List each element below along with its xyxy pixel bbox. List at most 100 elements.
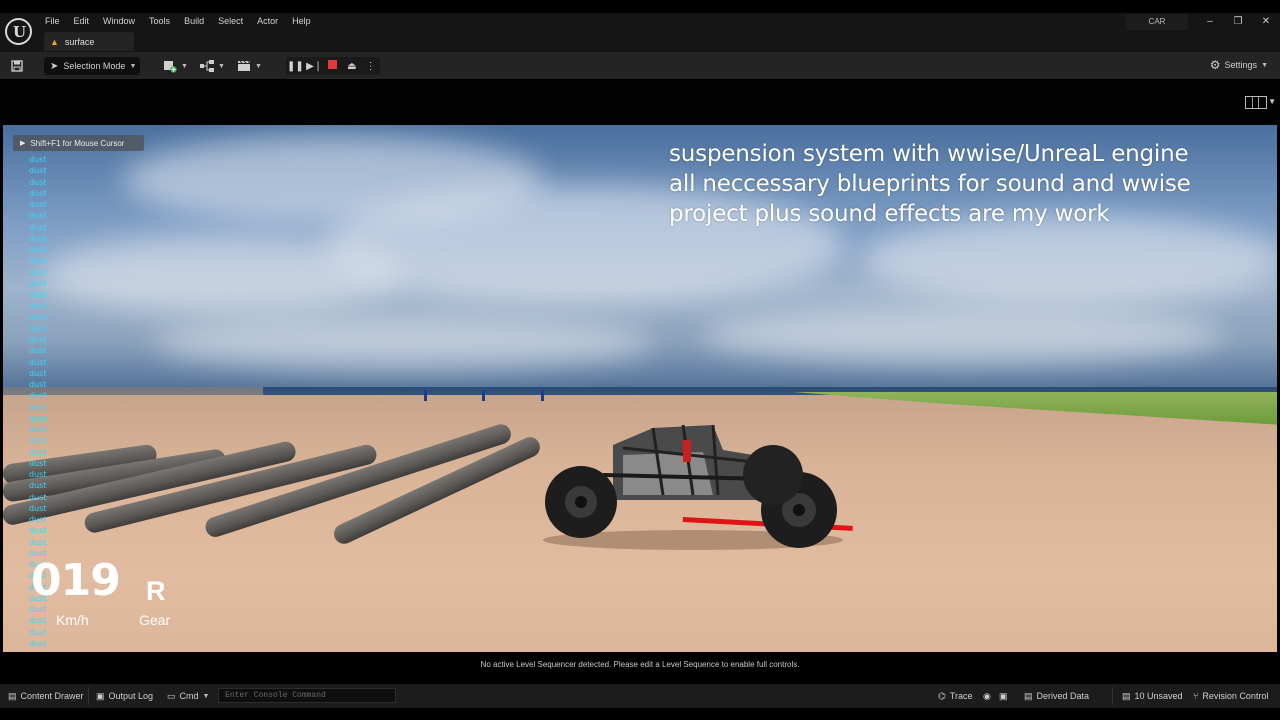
debug-dust-line: dust	[29, 368, 47, 378]
debug-dust-line: dust	[29, 233, 47, 243]
debug-dust-line: dust	[29, 267, 47, 277]
menu-bar: File Edit Window Tools Build Select Acto…	[38, 14, 318, 30]
debug-dust-line: dust	[29, 638, 47, 648]
play-options-button[interactable]: ⋮	[361, 61, 380, 72]
mouse-cursor-hint: ▶ Shift+F1 for Mouse Cursor	[13, 135, 144, 151]
caption-line: project plus sound effects are my work	[669, 201, 1110, 227]
debug-dust-line: dust	[29, 402, 47, 412]
output-log-icon: ▣	[96, 690, 105, 701]
eject-button[interactable]: ⏏	[342, 61, 361, 72]
revision-control-icon: ⑂	[1193, 691, 1199, 701]
viewport-layout-icon[interactable]	[1245, 96, 1267, 109]
speedometer-unit: Km/h	[56, 612, 89, 628]
debug-dust-line: dust	[29, 503, 47, 513]
chevron-down-icon[interactable]: ▼	[1268, 97, 1276, 106]
chevron-down-icon: ▼	[255, 62, 262, 70]
content-drawer-button[interactable]: ▤ Content Drawer	[8, 689, 84, 703]
debug-dust-line: dust	[29, 391, 47, 401]
overlay-caption: suspension system with wwise/UnreaL engi…	[669, 139, 1191, 229]
status-bar: ▤ Content Drawer ▣ Output Log ▭ Cmd ▼ En…	[0, 684, 1280, 708]
debug-dust-line: dust	[29, 436, 47, 446]
add-content-button[interactable]: ▼	[163, 57, 188, 75]
debug-dust-line: dust	[29, 627, 47, 637]
save-icon[interactable]	[11, 57, 23, 75]
minimize-button[interactable]: –	[1202, 16, 1218, 27]
debug-dust-line: dust	[29, 335, 47, 344]
level-tab-label: surface	[64, 36, 95, 47]
menu-help[interactable]: Help	[285, 14, 318, 30]
viewport-header: ▼	[0, 80, 1280, 125]
debug-dust-line: dust	[29, 425, 47, 434]
debug-dust-line: dust	[29, 357, 47, 367]
debug-dust-line: dust	[29, 245, 47, 254]
debug-dust-line: dust	[29, 188, 47, 198]
settings-label: Settings	[1224, 60, 1258, 70]
debug-dust-line: dust	[29, 177, 47, 187]
level-tab[interactable]: ▲ surface	[44, 32, 134, 51]
menu-select[interactable]: Select	[211, 14, 250, 30]
divider	[1112, 687, 1113, 705]
debug-dust-line: dust	[29, 323, 47, 333]
stop-icon	[328, 60, 338, 69]
unsaved-button[interactable]: ▤ 10 Unsaved	[1122, 689, 1183, 703]
revision-control-button[interactable]: ⑂ Revision Control	[1193, 689, 1268, 703]
blue-post	[482, 390, 485, 401]
menu-window[interactable]: Window	[96, 14, 142, 30]
menu-edit[interactable]: Edit	[67, 14, 97, 30]
gear-value: R	[146, 576, 166, 606]
clapperboard-icon	[238, 60, 251, 71]
hint-label: Shift+F1 for Mouse Cursor	[30, 138, 125, 148]
dune-buggy	[543, 424, 853, 550]
debug-dust-line: dust	[29, 211, 47, 221]
caption-line: suspension system with wwise/UnreaL engi…	[669, 141, 1189, 167]
selection-mode-label: Selection Mode	[63, 61, 126, 71]
debug-dust-line: dust	[29, 537, 47, 547]
blueprints-button[interactable]: ▼	[200, 57, 225, 75]
gear-icon: ⚙	[1209, 58, 1221, 72]
play-arrow-icon: ▶	[20, 140, 26, 147]
main-toolbar: ➤ Selection Mode ▼ ▼ ▼ ▼ ❚❚ ▶❘ ⏏ ⋮ ⚙ Set…	[0, 52, 1280, 79]
trace-button[interactable]: ⌬ Trace	[938, 689, 973, 703]
menu-build[interactable]: Build	[177, 14, 211, 30]
debug-dust-line: dust	[29, 492, 47, 502]
derived-data-label: Derived Data	[1036, 691, 1090, 701]
menu-actor[interactable]: Actor	[250, 14, 285, 30]
close-button[interactable]: ✕	[1258, 16, 1274, 27]
screenshot-icon[interactable]: ▣	[999, 689, 1008, 703]
blueprint-icon	[200, 60, 214, 72]
derived-data-button[interactable]: ▤ Derived Data	[1024, 689, 1089, 703]
console-input[interactable]: Enter Console Command	[218, 688, 396, 703]
menu-file[interactable]: File	[38, 14, 67, 30]
debug-dust-line: dust	[29, 481, 47, 491]
debug-dust-line: dust	[29, 346, 47, 356]
selection-mode-dropdown[interactable]: ➤ Selection Mode ▼	[44, 57, 140, 75]
cinematics-button[interactable]: ▼	[237, 57, 262, 75]
record-icon[interactable]: ◉	[983, 689, 991, 703]
blue-post	[541, 390, 544, 401]
chevron-down-icon: ▼	[181, 62, 188, 70]
debug-dust-line: dust	[29, 278, 47, 288]
settings-button[interactable]: ⚙ Settings ▼	[1210, 58, 1268, 72]
debug-dust-line: dust	[29, 447, 47, 457]
chevron-down-icon: ▼	[129, 62, 137, 70]
trace-label: Trace	[949, 691, 973, 701]
debug-dust-line: dust	[29, 222, 47, 232]
step-frame-button[interactable]: ▶❘	[305, 61, 324, 72]
unreal-logo-icon[interactable]: U	[5, 18, 32, 45]
game-viewport[interactable]: suspension system with wwise/UnreaL engi…	[3, 125, 1277, 652]
cloud	[703, 305, 1223, 365]
restore-button[interactable]: ❐	[1230, 16, 1246, 27]
output-log-button[interactable]: ▣ Output Log	[96, 689, 153, 703]
speedometer-value: 019	[31, 555, 121, 606]
chevron-down-icon: ▼	[1261, 61, 1268, 69]
trace-icon: ⌬	[938, 690, 946, 701]
cloud	[43, 235, 403, 315]
debug-dust-line: dust	[29, 380, 47, 389]
debug-dust-line: dust	[29, 312, 47, 322]
cmd-dropdown[interactable]: ▭ Cmd ▼	[167, 689, 209, 703]
menu-tools[interactable]: Tools	[142, 14, 177, 30]
pause-button[interactable]: ❚❚	[286, 61, 305, 72]
terminal-icon: ▭	[167, 690, 176, 701]
stop-button[interactable]	[324, 60, 343, 72]
output-log-label: Output Log	[108, 691, 154, 701]
